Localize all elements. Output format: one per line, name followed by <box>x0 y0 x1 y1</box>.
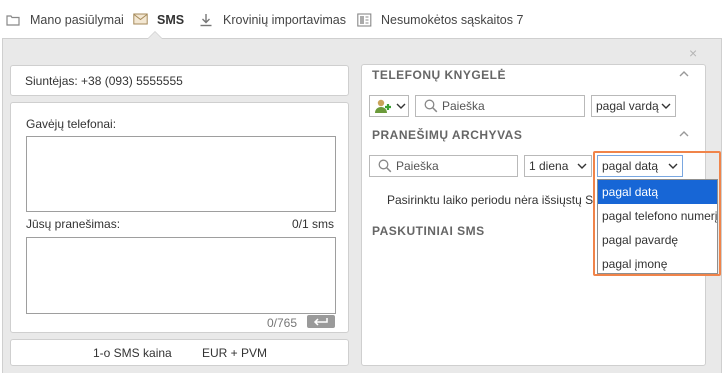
price-label: 1-o SMS kaina <box>93 346 172 360</box>
download-icon <box>199 13 215 27</box>
search-icon <box>424 99 438 113</box>
archive-period-select[interactable]: 1 diena <box>524 155 592 177</box>
archive-title[interactable]: PRANEŠIMŲ ARCHYVAS <box>372 128 522 142</box>
char-count: 0/765 <box>267 316 298 330</box>
phonebook-title[interactable]: TELEFONŲ KNYGELĖ <box>372 68 506 82</box>
phonebook-sort-select[interactable]: pagal vardą <box>591 95 676 117</box>
envelope-icon <box>133 13 149 27</box>
phonebook-search-input[interactable]: Paieška <box>415 95 585 117</box>
sender-box: Siuntėjas: +38 (093) 5555555 <box>10 65 349 96</box>
recent-sms-title[interactable]: PASKUTINIAI SMS <box>372 224 485 238</box>
chevron-down-icon <box>661 101 671 111</box>
compose-box: Gavėjų telefonai: Jūsų pranešimas: 0/1 s… <box>10 102 349 333</box>
search-placeholder: Paieška <box>396 159 439 173</box>
nav-item-label: SMS <box>157 13 185 27</box>
chevron-down-icon <box>396 103 406 109</box>
contacts-icon <box>375 99 391 113</box>
nav-item-sms[interactable]: SMS <box>133 11 184 29</box>
sms-count: 0/1 sms <box>292 217 335 231</box>
sender-text: Siuntėjas: +38 (093) 5555555 <box>25 74 183 88</box>
select-value: 1 diena <box>529 159 569 173</box>
highlight-box <box>593 151 721 276</box>
message-field[interactable] <box>26 237 336 314</box>
chevron-down-icon <box>577 163 587 169</box>
search-placeholder: Paieška <box>442 99 485 113</box>
select-value: pagal vardą <box>596 99 659 113</box>
message-label: Jūsų pranešimas: <box>26 217 121 231</box>
price-value: EUR + PVM <box>202 346 268 360</box>
contact-add-menu[interactable] <box>369 95 409 117</box>
close-icon[interactable]: × <box>689 46 697 60</box>
recipients-label: Gavėjų telefonai: <box>26 117 117 131</box>
nav-item-offers[interactable]: Mano pasiūlymai <box>6 11 124 29</box>
nav-item-label: Krovinių importavimas <box>223 13 346 27</box>
nav-item-import[interactable]: Krovinių importavimas <box>199 11 346 29</box>
folder-icon <box>6 13 22 27</box>
top-navigation: Mano pasiūlymai SMS Krovinių importavima… <box>0 0 726 38</box>
chevron-up-icon[interactable] <box>679 69 689 79</box>
chevron-up-icon[interactable] <box>679 129 689 139</box>
nav-item-label: Nesumokėtos sąskaitos 7 <box>381 13 524 27</box>
nav-item-label: Mano pasiūlymai <box>30 13 124 27</box>
search-icon <box>378 159 392 173</box>
price-box: 1-o SMS kaina EUR + PVM <box>10 339 349 366</box>
enter-key-icon[interactable] <box>307 315 335 328</box>
invoice-icon <box>357 13 373 27</box>
recipients-field[interactable] <box>26 136 336 212</box>
archive-search-input[interactable]: Paieška <box>369 155 518 177</box>
nav-item-unpaid-invoices[interactable]: Nesumokėtos sąskaitos 7 <box>357 11 523 29</box>
archive-empty-message: Pasirinktu laiko periodu nėra išsiųstų S <box>387 193 594 207</box>
